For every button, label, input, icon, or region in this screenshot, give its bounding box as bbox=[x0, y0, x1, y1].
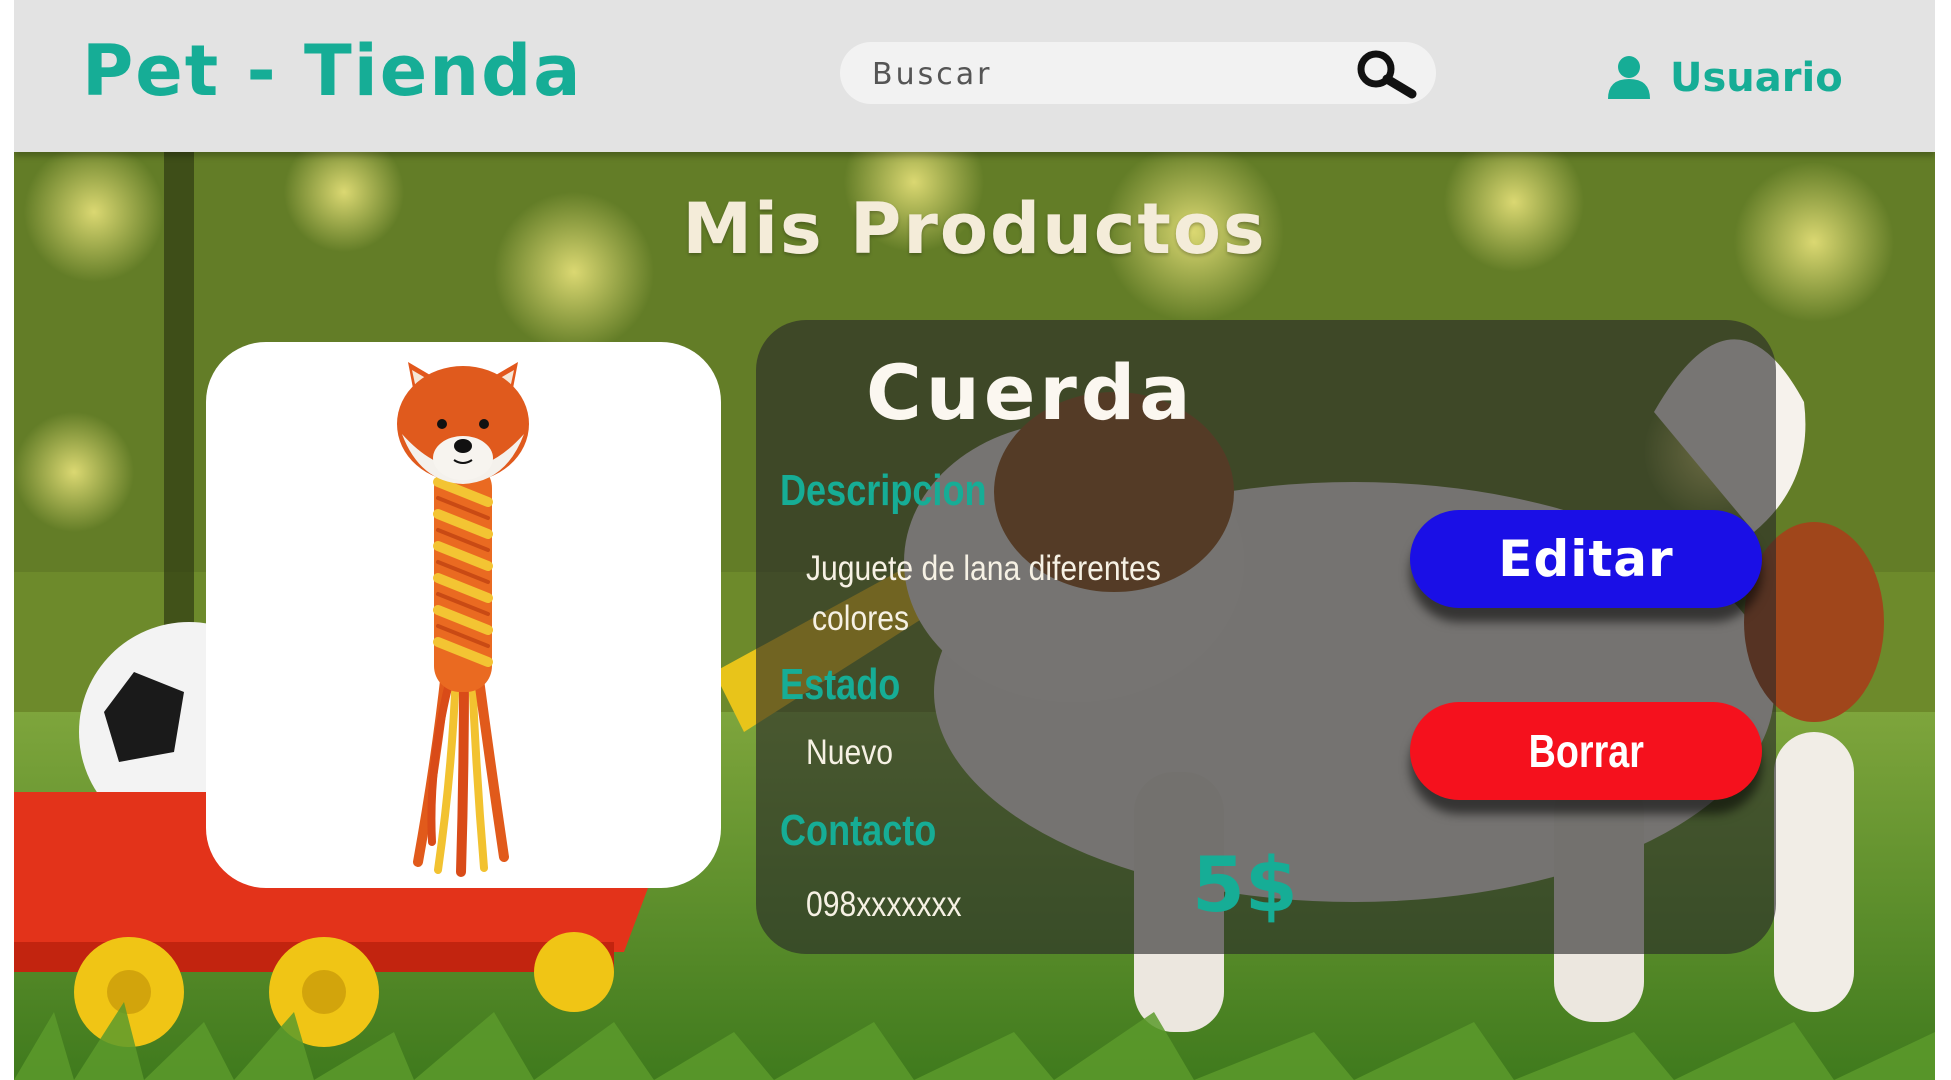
product-name: Cuerda bbox=[866, 348, 1195, 437]
edit-button[interactable]: Editar bbox=[1410, 510, 1762, 608]
status-value: Nuevo bbox=[806, 733, 894, 772]
description-line-1: Juguete de lana diferentes bbox=[806, 549, 1161, 588]
search-bar[interactable] bbox=[840, 42, 1436, 104]
user-menu[interactable]: Usuario bbox=[1606, 48, 1843, 108]
delete-button[interactable]: Borrar bbox=[1410, 702, 1762, 800]
search-icon[interactable] bbox=[1350, 48, 1422, 100]
page-title: Mis Productos bbox=[682, 188, 1267, 270]
description-label: Descripcion bbox=[780, 466, 987, 515]
top-header: Pet - Tienda Usuario bbox=[14, 0, 1935, 152]
product-info-panel: Cuerda Descripcion Juguete de lana difer… bbox=[756, 320, 1776, 954]
logo[interactable]: Pet - Tienda bbox=[82, 30, 582, 112]
product-price: 5$ bbox=[1192, 840, 1298, 929]
description-line-2: colores bbox=[812, 599, 910, 638]
product-image-card bbox=[206, 342, 721, 888]
status-label: Estado bbox=[780, 660, 901, 709]
user-label: Usuario bbox=[1670, 55, 1843, 101]
user-icon bbox=[1608, 56, 1650, 99]
delete-button-label: Borrar bbox=[1528, 725, 1644, 777]
app-frame: Pet - Tienda Usuario Mis Productos bbox=[14, 0, 1935, 1080]
contact-label: Contacto bbox=[780, 806, 937, 855]
search-input[interactable] bbox=[870, 50, 1334, 98]
contact-value: 098xxxxxxx bbox=[806, 885, 962, 924]
product-image bbox=[397, 362, 529, 877]
